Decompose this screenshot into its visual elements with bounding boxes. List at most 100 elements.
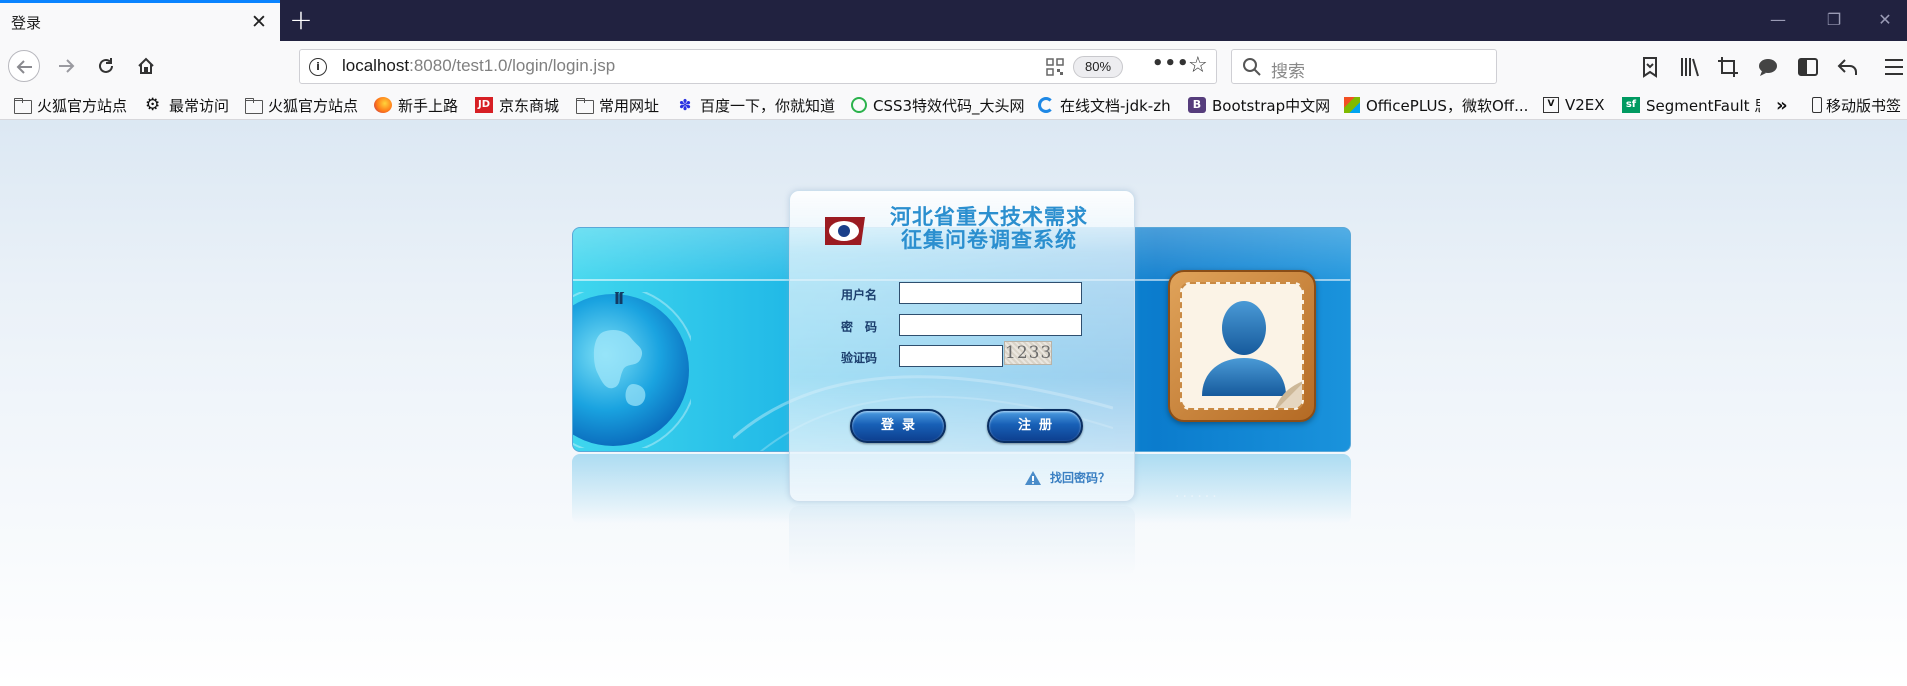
pocket-save-icon[interactable] bbox=[1638, 55, 1662, 79]
user-avatar-tile bbox=[1168, 270, 1316, 422]
v2ex-icon: V bbox=[1543, 97, 1559, 113]
user-silhouette-icon bbox=[1202, 301, 1302, 408]
url-host: localhost bbox=[342, 56, 410, 75]
forward-button[interactable] bbox=[50, 50, 82, 82]
bookmark-label: 百度一下，你就知道 bbox=[700, 96, 836, 115]
library-icon[interactable] bbox=[1678, 55, 1702, 79]
bookmark-label: OfficePLUS，微软Off... bbox=[1366, 96, 1529, 115]
bookmark-label: V2EX bbox=[1565, 96, 1605, 114]
search-bar[interactable]: 搜索 bbox=[1231, 49, 1497, 84]
bookmark-item[interactable]: ✽ 百度一下，你就知道 bbox=[676, 94, 835, 116]
decorative-dots: ...... bbox=[1175, 485, 1220, 501]
folder-icon bbox=[575, 97, 594, 114]
baidu-icon: ✽ bbox=[678, 96, 692, 114]
jd-icon: JD bbox=[475, 97, 493, 113]
bookmark-label: 最常访问 bbox=[169, 96, 230, 115]
system-title-line2: 征集问卷调查系统 bbox=[901, 227, 1077, 252]
site-info-icon[interactable]: i bbox=[309, 58, 327, 76]
qr-code-icon[interactable] bbox=[1046, 58, 1064, 76]
restore-icon[interactable]: ❐ bbox=[1822, 9, 1846, 31]
chat-bubble-icon[interactable] bbox=[1756, 55, 1780, 79]
bookmark-item[interactable]: CSS3特效代码_大头网 bbox=[851, 94, 1025, 116]
bookmark-item[interactable]: 火狐官方站点 bbox=[13, 94, 127, 116]
undo-arrow-icon[interactable] bbox=[1836, 55, 1860, 79]
tab-close-icon[interactable]: ✕ bbox=[248, 11, 270, 33]
avatar bbox=[1180, 282, 1304, 410]
gear-icon: ⚙ bbox=[145, 95, 161, 115]
search-placeholder: 搜索 bbox=[1271, 62, 1305, 82]
login-button[interactable]: 登录 bbox=[850, 409, 946, 443]
folder-icon bbox=[13, 97, 32, 114]
bookmark-label: 火狐官方站点 bbox=[37, 96, 128, 115]
screenshot-crop-icon[interactable] bbox=[1716, 55, 1740, 79]
bookmark-item[interactable]: sf SegmentFault 思 bbox=[1622, 94, 1760, 116]
firefox-icon bbox=[374, 97, 392, 113]
bookmark-item[interactable]: ⚙ 最常访问 bbox=[145, 94, 229, 116]
bookmark-item[interactable]: 在线文档-jdk-zh bbox=[1038, 94, 1171, 116]
bookmark-label: SegmentFault 思 bbox=[1646, 96, 1760, 115]
captcha-label: 验证码 bbox=[841, 351, 878, 365]
bookmark-label: 京东商城 bbox=[499, 96, 560, 115]
segmentfault-icon: sf bbox=[1622, 97, 1640, 113]
globe-illustration bbox=[573, 292, 691, 448]
bookmark-item[interactable]: V V2EX bbox=[1543, 94, 1605, 116]
register-button[interactable]: 注册 bbox=[987, 409, 1083, 443]
search-icon bbox=[1243, 58, 1261, 76]
forgot-password-link[interactable]: 找回密码？ bbox=[1024, 469, 1110, 486]
menu-hamburger-icon[interactable] bbox=[1882, 55, 1906, 79]
forward-arrow-icon bbox=[59, 59, 75, 73]
bookmark-label: 移动版书签 bbox=[1826, 96, 1902, 115]
url-text[interactable]: localhost:8080/test1.0/login/login.jsp bbox=[342, 56, 615, 76]
password-input[interactable] bbox=[899, 314, 1082, 336]
home-button[interactable] bbox=[130, 50, 162, 82]
logo-icon bbox=[825, 217, 865, 245]
tab-title: 登录 bbox=[11, 14, 42, 32]
office-icon bbox=[1344, 97, 1360, 113]
captcha-image[interactable]: 1233 bbox=[1004, 341, 1052, 365]
warning-icon bbox=[1025, 470, 1041, 485]
zoom-level-badge[interactable]: 80% bbox=[1073, 56, 1123, 78]
login-panel: 河北省重大技术需求 征集问卷调查系统 用户名 密 码 验证码 1233 登录 注… bbox=[789, 190, 1135, 502]
bookmark-item[interactable]: 移动版书签 bbox=[1812, 94, 1901, 116]
site-icon bbox=[1038, 97, 1054, 113]
system-title: 河北省重大技术需求 征集问卷调查系统 bbox=[874, 205, 1104, 251]
page-actions-icon[interactable]: ••• bbox=[1152, 53, 1190, 74]
password-label: 密 码 bbox=[841, 320, 878, 334]
bookmark-label: 火狐官方站点 bbox=[268, 96, 359, 115]
site-icon bbox=[851, 97, 867, 113]
bookmark-label: Bootstrap中文网 bbox=[1212, 96, 1331, 115]
bootstrap-icon: B bbox=[1188, 97, 1206, 113]
bookmark-item[interactable]: 常用网址 bbox=[575, 94, 659, 116]
bookmark-label: 新手上路 bbox=[398, 96, 459, 115]
bookmarks-overflow-icon[interactable]: » bbox=[1776, 94, 1788, 116]
back-button[interactable] bbox=[8, 50, 40, 82]
tab-login[interactable]: 登录 ✕ bbox=[0, 0, 280, 41]
folder-icon bbox=[244, 97, 263, 114]
captcha-input[interactable] bbox=[899, 345, 1003, 367]
page-viewport: 河北省重大技术需求 征集问卷调查系统 用户名 密 码 验证码 1233 登录 注… bbox=[0, 120, 1907, 686]
browser-title-bar: 登录 ✕ + — ❐ ✕ bbox=[0, 0, 1907, 41]
bookmark-item[interactable]: OfficePLUS，微软Off... bbox=[1344, 94, 1528, 116]
bookmark-item[interactable]: JD 京东商城 bbox=[475, 94, 559, 116]
bookmark-item[interactable]: 火狐官方站点 bbox=[244, 94, 358, 116]
home-icon bbox=[138, 57, 154, 74]
minimize-icon[interactable]: — bbox=[1766, 9, 1790, 31]
username-input[interactable] bbox=[899, 282, 1082, 304]
window-close-icon[interactable]: ✕ bbox=[1873, 9, 1897, 31]
bookmark-item[interactable]: 新手上路 bbox=[374, 94, 458, 116]
bookmark-item[interactable]: B Bootstrap中文网 bbox=[1188, 94, 1330, 116]
back-arrow-icon bbox=[16, 60, 32, 74]
bookmark-label: CSS3特效代码_大头网 bbox=[873, 96, 1025, 115]
new-tab-icon[interactable]: + bbox=[287, 6, 315, 35]
address-bar[interactable]: i localhost:8080/test1.0/login/login.jsp… bbox=[299, 49, 1217, 84]
bookmark-star-icon[interactable]: ☆ bbox=[1188, 53, 1208, 78]
bookmarks-toolbar: 火狐官方站点 ⚙ 最常访问 火狐官方站点 新手上路 JD 京东商城 常用网址 ✽ 百度… bbox=[0, 91, 1907, 120]
bookmark-label: 常用网址 bbox=[599, 96, 660, 115]
url-path: :8080/test1.0/login/login.jsp bbox=[409, 56, 616, 75]
mobile-icon bbox=[1812, 97, 1822, 113]
reload-button[interactable] bbox=[90, 50, 122, 82]
navigation-bar: i localhost:8080/test1.0/login/login.jsp… bbox=[0, 41, 1907, 91]
bookmark-label: 在线文档-jdk-zh bbox=[1060, 96, 1171, 115]
forgot-password-text: 找回密码？ bbox=[1050, 471, 1111, 485]
sidebar-toggle-icon[interactable] bbox=[1796, 55, 1820, 79]
